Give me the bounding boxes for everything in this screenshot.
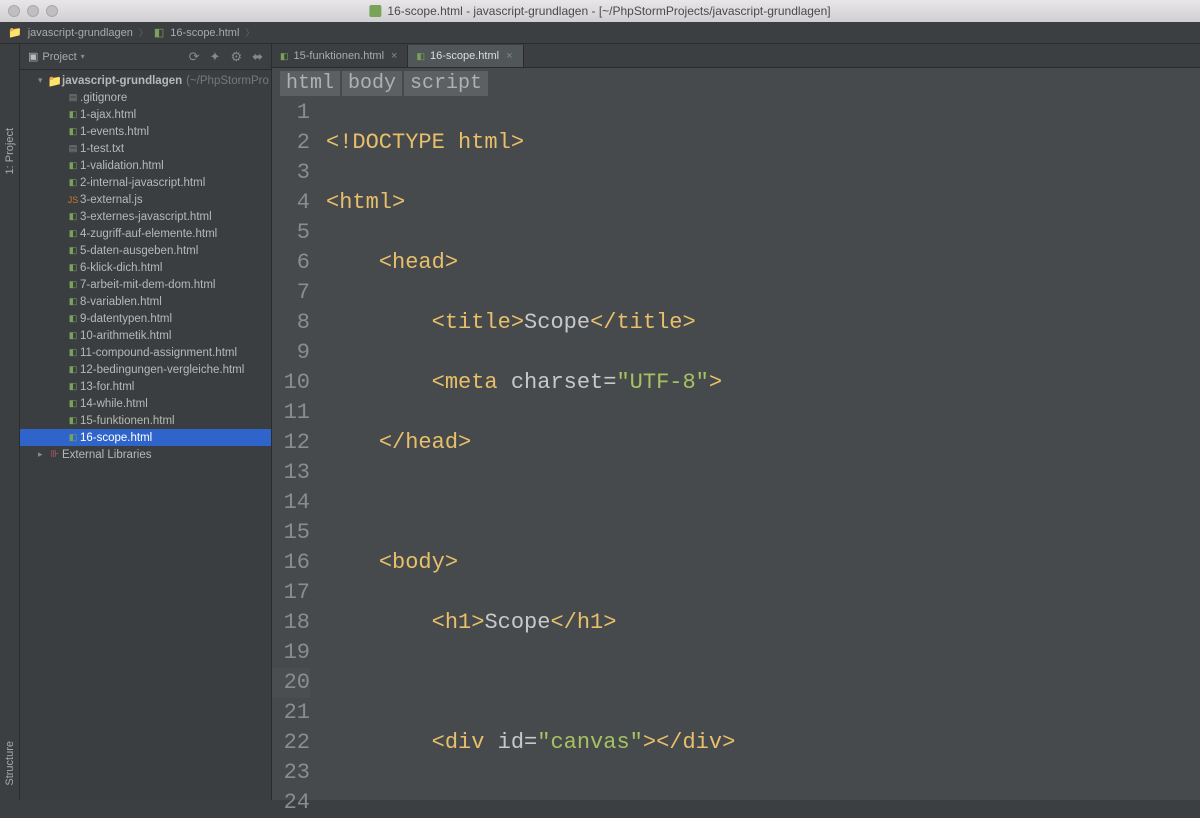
h1-text: Scope — [484, 610, 550, 635]
nav-path: 📁 javascript-grundlagen 〉 ◧ 16-scope.htm… — [0, 22, 1200, 44]
tree-file-4[interactable]: ◧1-validation.html — [20, 157, 271, 174]
editor-tab-0[interactable]: ◧15-funktionen.html× — [272, 45, 408, 67]
charset-value: "UTF-8" — [616, 370, 708, 395]
file-icon — [369, 5, 381, 17]
window-title: 16-scope.html - javascript-grundlagen - … — [387, 4, 830, 18]
close-icon[interactable]: × — [506, 50, 512, 62]
tree-file-10[interactable]: ◧6-klick-dich.html — [20, 259, 271, 276]
project-tree[interactable]: ▾📁javascript-grundlagen(~/PhpStormPro▤.g… — [20, 70, 271, 800]
editor-tabs: ◧15-funktionen.html×◧16-scope.html× — [272, 44, 1200, 68]
chevron-right-icon: 〉 — [245, 26, 254, 39]
traffic-lights — [8, 5, 58, 17]
tree-file-20[interactable]: ◧16-scope.html — [20, 429, 271, 446]
tree-file-9[interactable]: ◧5-daten-ausgeben.html — [20, 242, 271, 259]
gear-icon[interactable]: ⚙ — [230, 49, 242, 65]
folder-icon: ▣ — [28, 50, 38, 63]
tree-file-6[interactable]: JS3-external.js — [20, 191, 271, 208]
collapse-icon[interactable]: ⟳ — [189, 49, 200, 65]
editor-breadcrumb: htmlbodyscript — [272, 68, 1200, 98]
tree-root[interactable]: ▾📁javascript-grundlagen(~/PhpStormPro — [20, 72, 271, 89]
editor: ◧15-funktionen.html×◧16-scope.html× html… — [272, 44, 1200, 800]
code-content[interactable]: <!DOCTYPE html> <html> <head> <title>Sco… — [320, 98, 1200, 800]
project-sidebar: ▣ Project ▾ ⟳ ✦ ⚙ ⬌ ▾📁javascript-grundla… — [20, 44, 272, 800]
tree-file-2[interactable]: ◧1-events.html — [20, 123, 271, 140]
tree-file-8[interactable]: ◧4-zugriff-auf-elemente.html — [20, 225, 271, 242]
tree-file-11[interactable]: ◧7-arbeit-mit-dem-dom.html — [20, 276, 271, 293]
zoom-window-icon[interactable] — [46, 5, 58, 17]
tree-file-13[interactable]: ◧9-datentypen.html — [20, 310, 271, 327]
tree-file-0[interactable]: ▤.gitignore — [20, 89, 271, 106]
folder-icon: 📁 — [8, 26, 22, 39]
minimize-window-icon[interactable] — [27, 5, 39, 17]
chevron-down-icon[interactable]: ▾ — [81, 52, 85, 61]
html-file-icon: ◧ — [280, 51, 289, 62]
tree-file-17[interactable]: ◧13-for.html — [20, 378, 271, 395]
tool-window-bar-left: 1: Project Structure — [0, 44, 20, 800]
tree-file-12[interactable]: ◧8-variablen.html — [20, 293, 271, 310]
html-file-icon: ◧ — [416, 51, 425, 62]
tree-file-14[interactable]: ◧10-arithmetik.html — [20, 327, 271, 344]
tree-file-15[interactable]: ◧11-compound-assignment.html — [20, 344, 271, 361]
tree-file-1[interactable]: ◧1-ajax.html — [20, 106, 271, 123]
tree-file-5[interactable]: ◧2-internal-javascript.html — [20, 174, 271, 191]
chevron-right-icon: 〉 — [139, 26, 148, 39]
close-window-icon[interactable] — [8, 5, 20, 17]
window-titlebar: 16-scope.html - javascript-grundlagen - … — [0, 0, 1200, 22]
hide-icon[interactable]: ⬌ — [252, 49, 263, 65]
structure-tool-button[interactable]: Structure — [4, 737, 16, 790]
line-gutter[interactable]: 123456789101112131415161718192021222324 — [272, 98, 320, 800]
html-file-icon: ◧ — [154, 26, 164, 39]
breadcrumb-body[interactable]: body — [342, 71, 402, 96]
nav-file[interactable]: 16-scope.html — [170, 27, 239, 39]
nav-project[interactable]: javascript-grundlagen — [28, 27, 133, 39]
close-icon[interactable]: × — [391, 50, 397, 62]
div-id: "canvas" — [537, 730, 643, 755]
sidebar-title[interactable]: Project — [42, 51, 76, 63]
tree-file-16[interactable]: ◧12-bedingungen-vergleiche.html — [20, 361, 271, 378]
tree-file-18[interactable]: ◧14-while.html — [20, 395, 271, 412]
breadcrumb-script[interactable]: script — [404, 71, 488, 96]
tree-file-19[interactable]: ◧15-funktionen.html — [20, 412, 271, 429]
tree-external-libs[interactable]: ▸⊪External Libraries — [20, 446, 271, 463]
tree-file-3[interactable]: ▤1-test.txt — [20, 140, 271, 157]
editor-tab-1[interactable]: ◧16-scope.html× — [408, 45, 523, 67]
title-text: Scope — [524, 310, 590, 335]
target-icon[interactable]: ✦ — [210, 49, 221, 65]
sidebar-header: ▣ Project ▾ ⟳ ✦ ⚙ ⬌ — [20, 44, 271, 70]
tree-file-7[interactable]: ◧3-externes-javascript.html — [20, 208, 271, 225]
project-tool-button[interactable]: 1: Project — [4, 124, 16, 178]
breadcrumb-html[interactable]: html — [280, 71, 340, 96]
